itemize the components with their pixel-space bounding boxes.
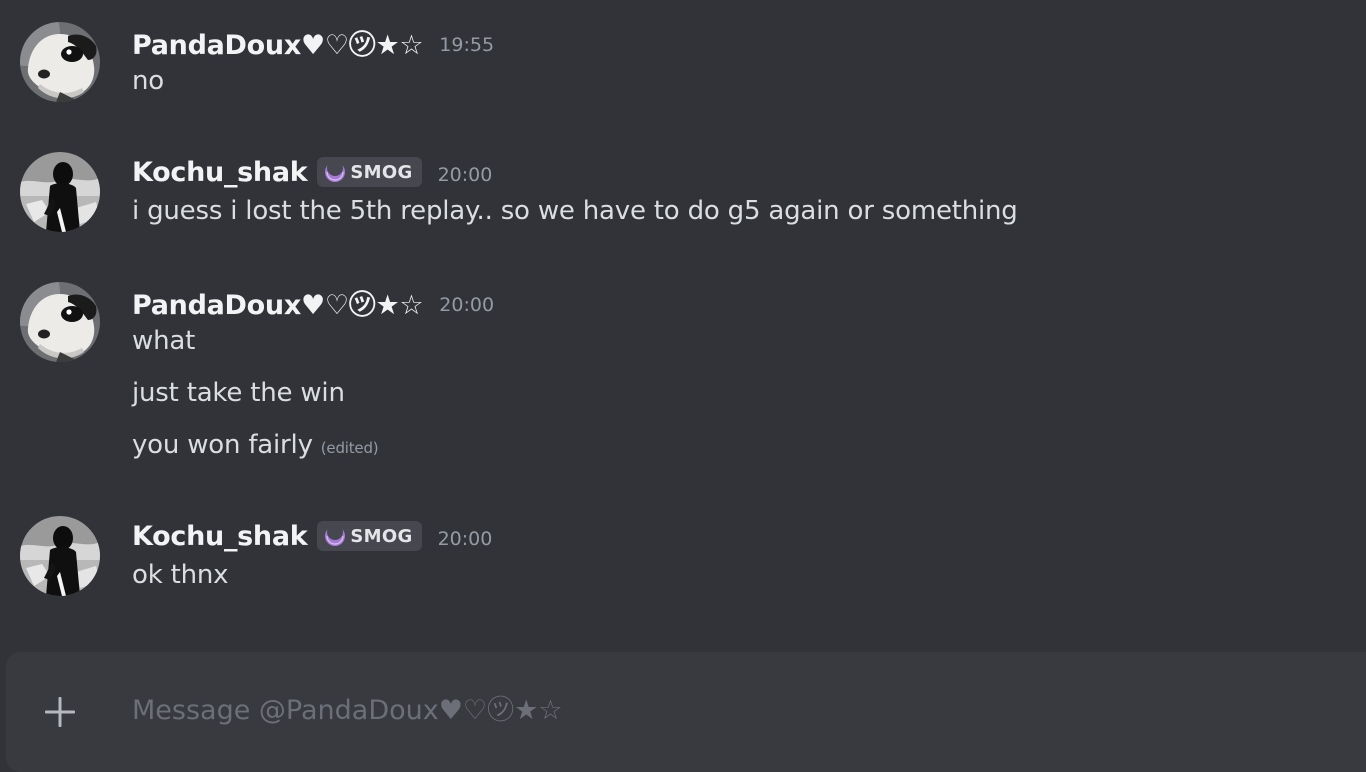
silhouette-avatar-icon	[20, 152, 100, 232]
message-text: ok thnx	[132, 560, 229, 590]
guild-tag[interactable]: SMOG	[317, 157, 422, 187]
message-composer	[6, 652, 1366, 772]
avatar[interactable]	[20, 516, 100, 596]
timestamp[interactable]: 20:00	[438, 523, 493, 550]
username[interactable]: PandaDoux♥♡㋡★☆	[132, 23, 424, 62]
message-header: PandaDoux♥♡㋡★☆ 19:55	[132, 23, 494, 62]
message-header: PandaDoux♥♡㋡★☆ 20:00	[132, 283, 494, 322]
silhouette-avatar-icon	[20, 516, 100, 596]
message-text: you won fairly	[132, 430, 313, 460]
dog-avatar-icon	[20, 22, 100, 102]
username[interactable]: Kochu_shak	[132, 521, 308, 552]
dog-avatar-icon	[20, 282, 100, 362]
avatar[interactable]	[20, 152, 100, 232]
purple-moon-icon	[324, 161, 347, 183]
username[interactable]: PandaDoux♥♡㋡★☆	[132, 283, 424, 322]
message-text: i guess i lost the 5th replay.. so we ha…	[132, 196, 1018, 226]
avatar[interactable]	[20, 22, 100, 102]
guild-tag[interactable]: SMOG	[317, 521, 422, 551]
message-input[interactable]	[132, 682, 1282, 738]
timestamp[interactable]: 19:55	[439, 29, 494, 56]
timestamp[interactable]: 20:00	[439, 289, 494, 316]
message-text: no	[132, 66, 164, 96]
avatar[interactable]	[20, 282, 100, 362]
message-text-edited: you won fairly (edited)	[132, 430, 379, 460]
message-text: just take the win	[132, 378, 345, 408]
timestamp[interactable]: 20:00	[438, 159, 493, 186]
plus-icon[interactable]	[42, 694, 78, 730]
purple-moon-icon	[324, 525, 347, 547]
edited-label: (edited)	[320, 439, 379, 457]
message-text: what	[132, 326, 196, 356]
username[interactable]: Kochu_shak	[132, 157, 308, 188]
guild-tag-label: SMOG	[350, 161, 413, 183]
message-header: Kochu_shak SMOG 20:00	[132, 518, 492, 554]
chat-messages: PandaDoux♥♡㋡★☆ 19:55 no Kochu_shak SMOG …	[0, 0, 1366, 640]
message-header: Kochu_shak SMOG 20:00	[132, 154, 492, 190]
guild-tag-label: SMOG	[350, 525, 413, 547]
